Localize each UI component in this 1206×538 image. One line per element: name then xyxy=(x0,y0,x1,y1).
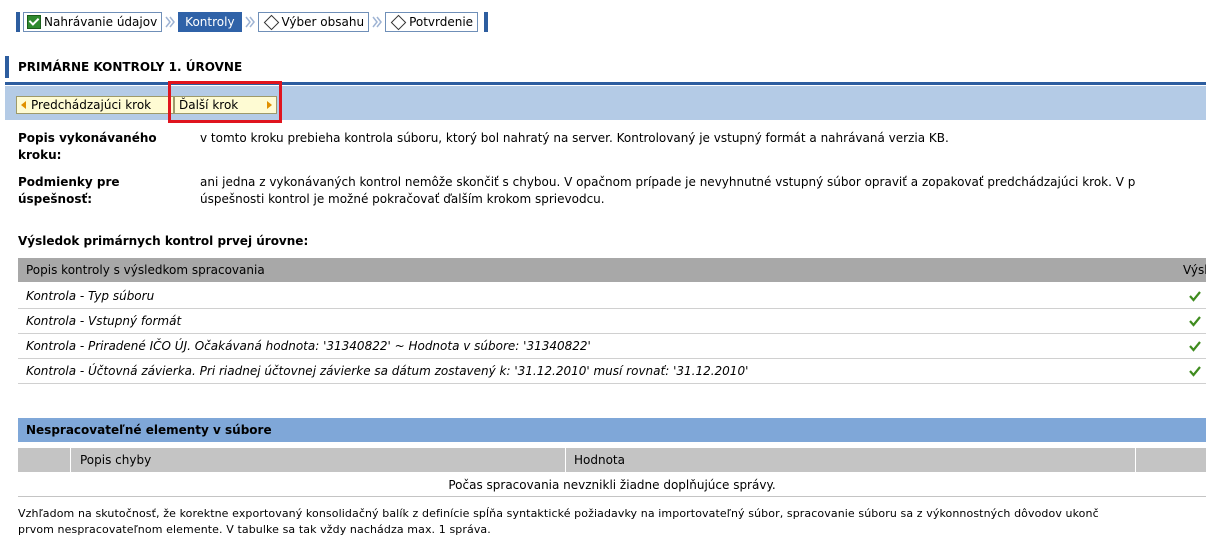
section-accent-bar xyxy=(5,56,9,78)
previous-step-button[interactable]: Predchádzajúci krok xyxy=(16,96,174,114)
arrow-left-icon xyxy=(21,101,26,109)
chevron-right-icon xyxy=(369,12,385,32)
wizard-step-label: Výber obsahu xyxy=(281,15,365,29)
text-line: úspešnosti kontrol je možné pokračovať ď… xyxy=(200,192,605,206)
empty-message: Počas spracovania nevznikli žiadne doplň… xyxy=(18,474,1206,497)
results-heading: Výsledok primárnych kontrol prvej úrovne… xyxy=(18,234,309,248)
chevron-right-icon xyxy=(162,12,178,32)
wizard-bar xyxy=(484,12,489,32)
checkmark-icon xyxy=(1189,366,1201,377)
highlight-box xyxy=(168,81,282,123)
wizard-steps: Nahrávanie údajov Kontroly Výber obsahu … xyxy=(16,12,491,32)
diamond-icon xyxy=(263,14,279,30)
column-separator xyxy=(1135,448,1136,472)
column-separator xyxy=(565,448,566,472)
column-header-error: Popis chyby xyxy=(80,453,152,467)
unprocessed-heading: Nespracovateľné elementy v súbore xyxy=(26,423,272,437)
checkmark-icon xyxy=(1189,316,1201,327)
footnote: Vzhľadom na skutočnosť, že korektne expo… xyxy=(18,506,1099,538)
table-row: Kontrola - Účtovná závierka. Pri riadnej… xyxy=(18,359,1206,384)
checkmark-icon xyxy=(1189,291,1201,302)
table-row: Kontrola - Vstupný formát xyxy=(18,309,1206,334)
results-table-header: Popis kontroly s výsledkom spracovania V… xyxy=(18,258,1206,282)
wizard-step-label: Potvrdenie xyxy=(409,15,474,29)
label-line: Popis vykonávaného xyxy=(18,131,157,145)
label-line: Podmienky pre xyxy=(18,175,120,189)
label-line: kroku: xyxy=(18,148,62,162)
column-header-result: Výsle xyxy=(1183,263,1206,277)
label-line: úspešnosť: xyxy=(18,192,93,206)
check-description: Kontrola - Typ súboru xyxy=(26,289,155,303)
column-header-description: Popis kontroly s výsledkom spracovania xyxy=(26,263,265,277)
section-title: PRIMÁRNE KONTROLY 1. ÚROVNE xyxy=(18,60,243,74)
diamond-icon xyxy=(390,14,407,30)
footnote-line: Vzhľadom na skutočnosť, že korektne expo… xyxy=(18,507,1099,520)
chevron-right-icon xyxy=(242,12,258,32)
unprocessed-table-header: Nespracovateľné elementy v súbore xyxy=(18,418,1206,442)
table-row: Kontrola - Priradené IČO ÚJ. Očakávaná h… xyxy=(18,334,1206,359)
step-description-text: v tomto kroku prebieha kontrola súboru, … xyxy=(200,131,949,145)
step-description-label: Popis vykonávaného kroku: xyxy=(18,130,157,164)
wizard-step-label: Nahrávanie údajov xyxy=(44,15,158,29)
column-separator xyxy=(70,448,71,472)
unprocessed-column-headers: Popis chyby Hodnota xyxy=(18,448,1206,472)
text-line: ani jedna z vykonávaných kontrol nemôže … xyxy=(200,175,1136,189)
checkmark-icon xyxy=(1189,341,1201,352)
wizard-step-content[interactable]: Výber obsahu xyxy=(257,12,370,32)
wizard-step-label: Kontroly xyxy=(185,15,235,29)
wizard-bar xyxy=(16,12,20,32)
table-row: Kontrola - Typ súboru xyxy=(18,284,1206,309)
footnote-line: prvom nespracovateľnom elemente. V tabul… xyxy=(18,523,491,536)
check-description: Kontrola - Priradené IČO ÚJ. Očakávaná h… xyxy=(26,339,591,353)
column-header-value: Hodnota xyxy=(574,453,625,467)
wizard-step-upload[interactable]: Nahrávanie údajov xyxy=(23,12,163,32)
success-conditions-text: ani jedna z vykonávaných kontrol nemôže … xyxy=(200,174,1135,208)
checkbox-checked-icon xyxy=(27,15,41,29)
success-conditions-label: Podmienky pre úspešnosť: xyxy=(18,174,120,208)
check-description: Kontrola - Účtovná závierka. Pri riadnej… xyxy=(26,364,749,378)
wizard-step-checks[interactable]: Kontroly xyxy=(178,12,242,32)
previous-step-label: Predchádzajúci krok xyxy=(31,98,152,112)
check-description: Kontrola - Vstupný formát xyxy=(26,314,182,328)
wizard-step-confirm[interactable]: Potvrdenie xyxy=(385,12,479,32)
